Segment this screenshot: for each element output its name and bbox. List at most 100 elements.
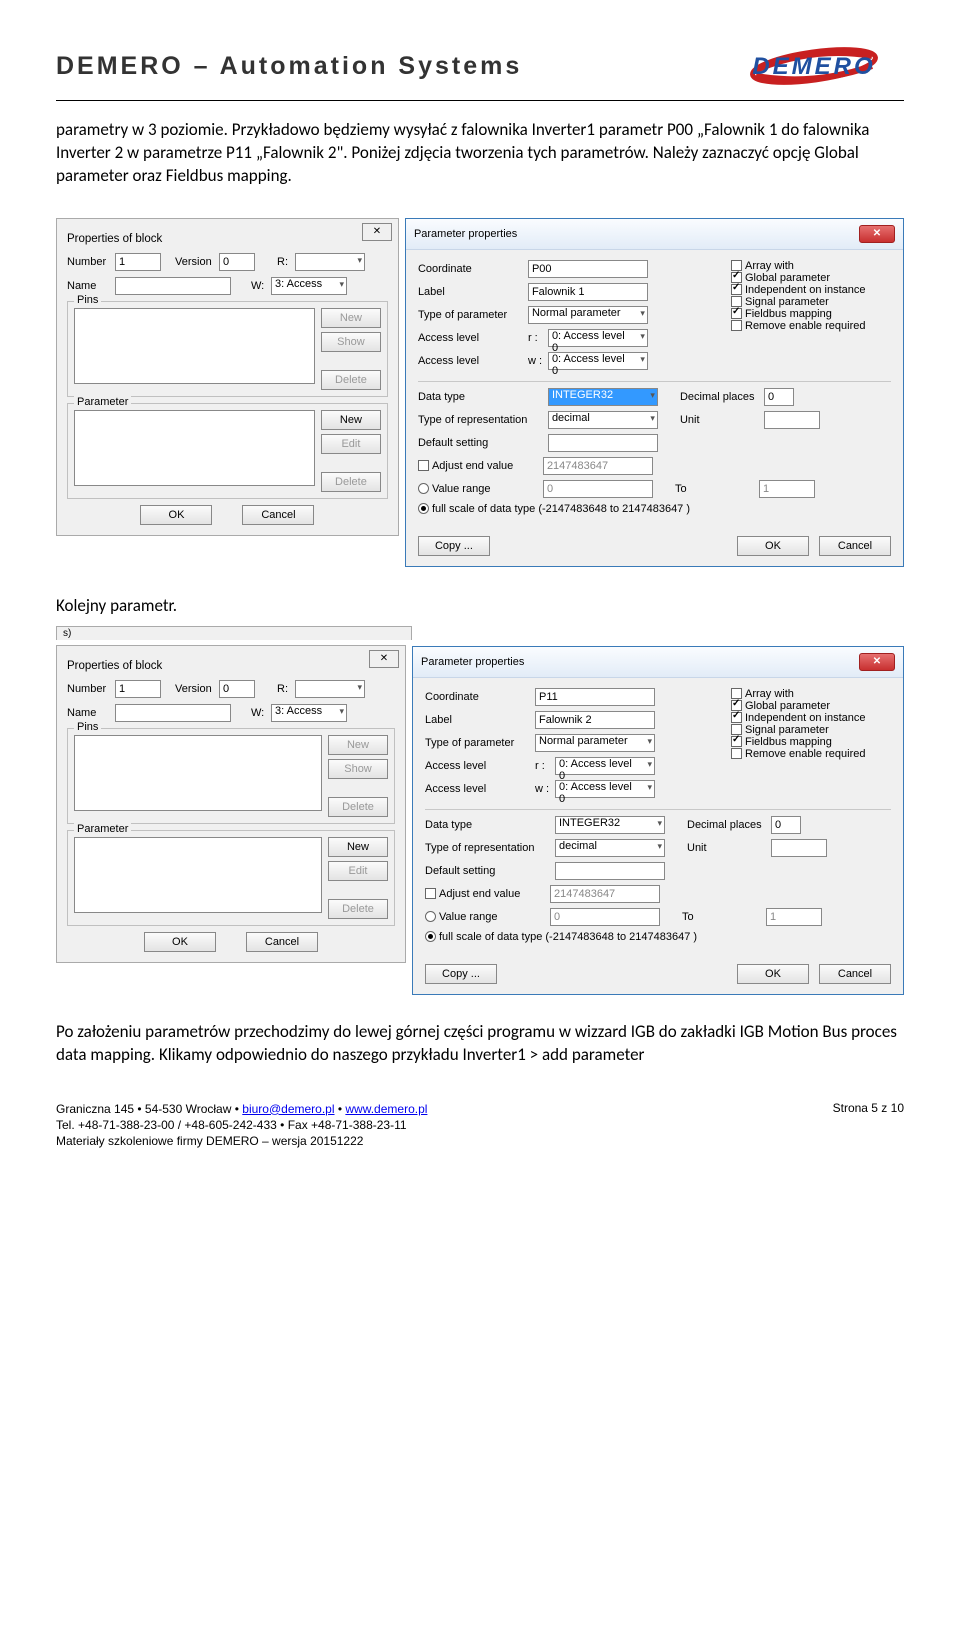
r-label: R: [277,683,291,695]
label-label: Label [425,714,535,726]
full-scale-radio[interactable] [425,931,436,942]
decimal-places-input[interactable] [764,388,794,406]
independent-checkbox[interactable] [731,712,742,723]
block-ok-button[interactable]: OK [140,505,212,525]
block-ok-button[interactable]: OK [144,932,216,952]
close-icon[interactable]: ✕ [859,225,895,243]
header-title: DEMERO – Automation Systems [56,52,522,81]
param-new-button[interactable]: New [321,410,381,430]
dialog-title: Properties of block [67,229,388,253]
data-type-label: Data type [425,819,555,831]
pins-delete-button[interactable]: Delete [321,370,381,390]
pins-new-button[interactable]: New [328,735,388,755]
representation-select[interactable]: decimal [548,411,658,429]
access-r-select[interactable]: 0: Access level 0 [555,757,655,775]
screenshot-1: ✕ Properties of block Number Version R: … [56,218,904,567]
parameter-legend: Parameter [74,396,131,408]
label-input[interactable] [528,283,648,301]
name-input[interactable] [115,704,231,722]
remove-enable-label: Remove enable required [745,320,865,332]
close-icon[interactable]: ✕ [362,223,392,241]
to-label: To [675,483,695,495]
fieldbus-checkbox[interactable] [731,736,742,747]
version-input[interactable] [219,680,255,698]
close-icon[interactable]: ✕ [859,653,895,671]
pins-listbox[interactable] [74,735,322,811]
screenshot-2: s) ✕ Properties of block Number Version … [56,626,904,995]
adjust-end-label: Adjust end value [439,888,550,900]
unit-input[interactable] [771,839,827,857]
independent-label: Independent on instance [745,712,866,724]
unit-input[interactable] [764,411,820,429]
block-cancel-button[interactable]: Cancel [242,505,314,525]
type-label: Type of parameter [425,737,535,749]
data-type-select[interactable]: INTEGER32 [548,388,658,406]
param-edit-button[interactable]: Edit [328,861,388,881]
paragraph-2: Kolejny parametr. [56,595,904,618]
access-w-select[interactable]: 0: Access level 0 [548,352,648,370]
name-input[interactable] [115,277,231,295]
default-setting-input[interactable] [548,434,658,452]
param-new-button[interactable]: New [328,837,388,857]
parameter-listbox[interactable] [74,410,315,486]
w-select[interactable]: 3: Access [271,704,347,722]
fieldbus-checkbox[interactable] [731,308,742,319]
decimal-places-input[interactable] [771,816,801,834]
array-with-label: Array with [745,688,794,700]
pins-delete-button[interactable]: Delete [328,797,388,817]
footer-materials: Materiały szkoleniowe firmy DEMERO – wer… [56,1133,427,1149]
svg-text:DEMERO: DEMERO [752,53,875,80]
pp-ok-button[interactable]: OK [737,964,809,984]
pins-show-button[interactable]: Show [321,332,381,352]
number-input[interactable] [115,253,161,271]
footer-url-link[interactable]: www.demero.pl [345,1102,427,1116]
access-r-label: Access level [425,760,535,772]
pp-ok-button[interactable]: OK [737,536,809,556]
w-prefix: w : [535,783,555,795]
adjust-end-checkbox[interactable] [418,460,429,471]
value-range-radio[interactable] [418,483,429,494]
access-r-select[interactable]: 0: Access level 0 [548,329,648,347]
copy-button[interactable]: Copy ... [418,536,490,556]
fieldbus-label: Fieldbus mapping [745,308,832,320]
default-setting-input[interactable] [555,862,665,880]
pins-new-button[interactable]: New [321,308,381,328]
type-select[interactable]: Normal parameter [528,306,648,324]
remove-enable-checkbox[interactable] [731,748,742,759]
pins-show-button[interactable]: Show [328,759,388,779]
unit-label: Unit [687,842,717,854]
pp-cancel-button[interactable]: Cancel [819,536,891,556]
remove-enable-checkbox[interactable] [731,320,742,331]
r-select[interactable] [295,680,365,698]
independent-checkbox[interactable] [731,284,742,295]
representation-select[interactable]: decimal [555,839,665,857]
footer-email-link[interactable]: biuro@demero.pl [242,1102,334,1116]
w-select[interactable]: 3: Access [271,277,347,295]
parameter-listbox[interactable] [74,837,322,913]
access-w-select[interactable]: 0: Access level 0 [555,780,655,798]
full-scale-label: full scale of data type (-2147483648 to … [439,931,697,943]
number-input[interactable] [115,680,161,698]
full-scale-radio[interactable] [418,503,429,514]
parameter-fieldset: Parameter New Edit Delete [67,403,388,499]
pins-listbox[interactable] [74,308,315,384]
adjust-end-checkbox[interactable] [425,888,436,899]
param-edit-button[interactable]: Edit [321,434,381,454]
coordinate-input[interactable] [535,688,655,706]
data-type-select[interactable]: INTEGER32 [555,816,665,834]
access-r-label: Access level [418,332,528,344]
param-delete-button[interactable]: Delete [328,899,388,919]
value-range-radio[interactable] [425,911,436,922]
type-select[interactable]: Normal parameter [535,734,655,752]
param-delete-button[interactable]: Delete [321,472,381,492]
version-input[interactable] [219,253,255,271]
copy-button[interactable]: Copy ... [425,964,497,984]
coordinate-input[interactable] [528,260,648,278]
close-icon[interactable]: ✕ [369,650,399,668]
pp-cancel-button[interactable]: Cancel [819,964,891,984]
r-select[interactable] [295,253,365,271]
data-type-label: Data type [418,391,548,403]
block-cancel-button[interactable]: Cancel [246,932,318,952]
unit-label: Unit [680,414,710,426]
label-input[interactable] [535,711,655,729]
